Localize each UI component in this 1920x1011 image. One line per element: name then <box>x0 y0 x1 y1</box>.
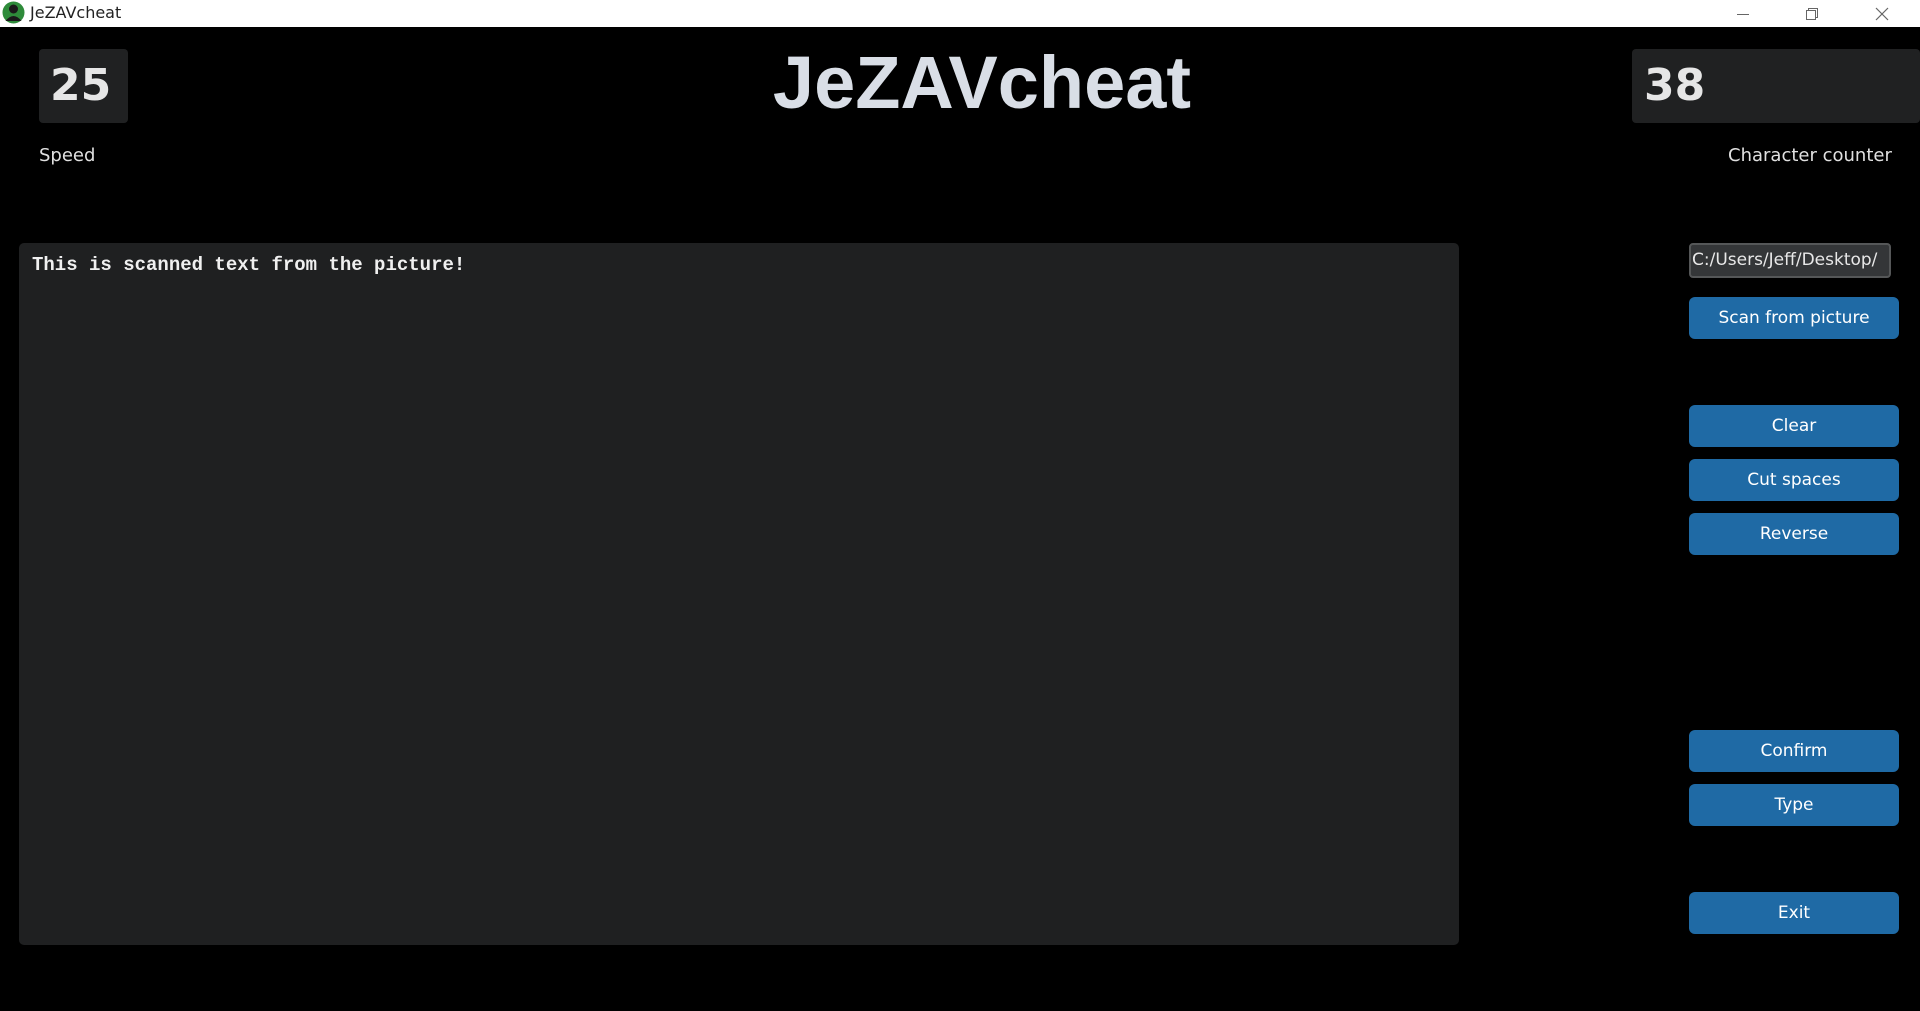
confirm-button[interactable]: Confirm <box>1689 730 1899 772</box>
text-editor[interactable]: This is scanned text from the picture! <box>19 243 1459 945</box>
close-icon[interactable] <box>1859 0 1905 27</box>
character-counter-value: 38 <box>1632 49 1920 123</box>
window-titlebar: JeZAVcheat <box>0 0 1920 27</box>
scan-from-picture-button[interactable]: Scan from picture <box>1689 297 1899 339</box>
speed-value: 25 <box>39 49 128 123</box>
speed-label: Speed <box>39 145 96 166</box>
type-button[interactable]: Type <box>1689 784 1899 826</box>
app-avatar-icon <box>2 1 25 24</box>
reverse-button[interactable]: Reverse <box>1689 513 1899 555</box>
minimize-icon[interactable] <box>1720 0 1766 27</box>
restore-icon[interactable] <box>1789 0 1835 27</box>
exit-button[interactable]: Exit <box>1689 892 1899 934</box>
cut-spaces-button[interactable]: Cut spaces <box>1689 459 1899 501</box>
clear-button[interactable]: Clear <box>1689 405 1899 447</box>
main-window-content: JeZAVcheat 25 Speed 38 Character counter… <box>0 27 1920 1011</box>
character-counter-label: Character counter <box>1728 145 1892 166</box>
image-path-input[interactable]: C:/Users/Jeff/Desktop/ <box>1689 243 1891 278</box>
window-title: JeZAVcheat <box>30 3 122 22</box>
